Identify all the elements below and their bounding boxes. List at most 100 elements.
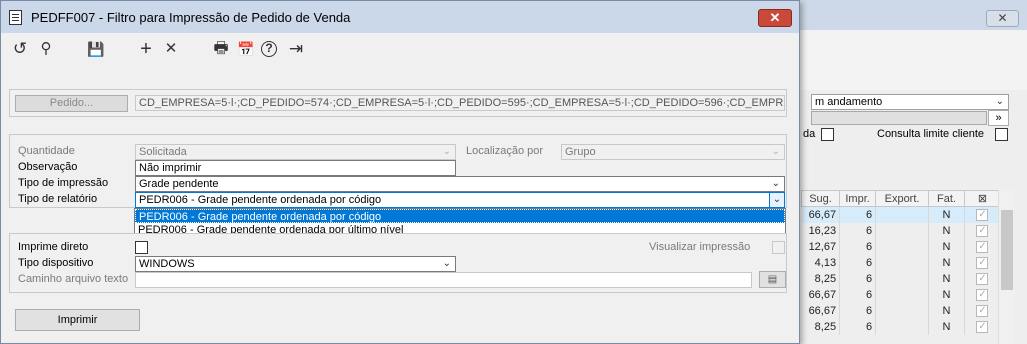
pedido-field[interactable]: CD_EMPRESA=5·l·;CD_PEDIDO=574·;CD_EMPRES… [135,95,785,111]
cell-fat: N [928,222,965,239]
consulta-limite-checkbox[interactable] [995,128,1008,141]
table-row[interactable]: 66,67 6 N ✓ [801,206,1002,223]
observacao-select[interactable]: Não imprimir [135,160,456,176]
row-checkbox[interactable]: ✓ [976,209,989,222]
table-row[interactable]: 4,13 6 N ✓ [801,254,1002,271]
quantidade-select[interactable]: Solicitada ⌄ [135,144,456,160]
row-checkbox[interactable]: ✓ [976,289,989,301]
background-window: ✕ m andamento ⌄ » da Consulta limite cli… [790,0,1027,344]
items-table: Sug. Impr. Export. Fat. ⊠ 66,67 6 N ✓ 16… [800,190,1002,335]
cell-impr: 6 [839,302,877,319]
background-toolbar [791,30,1027,90]
filter-dialog: PEDFF007 - Filtro para Impressão de Pedi… [0,0,800,344]
col-impr[interactable]: Impr. [839,190,877,207]
undo-icon[interactable]: ↺ [10,39,30,59]
status-select-value: m andamento [815,96,883,108]
imprime-direto-label: Imprime direto [18,241,89,253]
cell-sug: 66,67 [801,206,841,223]
search-icon[interactable]: ⚲ [36,39,56,59]
row-checkbox[interactable]: ✓ [976,305,989,317]
visualizar-impressao-checkbox[interactable] [772,241,785,254]
cell-export [875,222,929,239]
pedido-button[interactable]: Pedido... [15,95,128,112]
cell-sug: 4,13 [801,254,841,271]
cell-fat: N [928,254,965,271]
tipo-relatorio-label: Tipo de relatório [18,193,98,205]
tipo-impressao-value: Grade pendente [139,178,219,190]
cell-export [875,254,929,271]
col-select-all[interactable]: ⊠ [963,190,1002,207]
cell-fat: N [928,238,965,255]
cell-sug: 8,25 [801,270,841,287]
observacao-value: Não imprimir [139,162,202,174]
visualizar-impressao-label: Visualizar impressão [649,241,751,253]
row-checkbox[interactable]: ✓ [976,225,989,237]
row-checkbox[interactable]: ✓ [976,257,989,269]
col-export[interactable]: Export. [875,190,929,207]
chevron-down-icon: ⌄ [771,178,780,189]
localizacao-label: Localização por [466,145,544,157]
background-title-bar: ✕ [791,0,1027,30]
pedido-group: Pedido... CD_EMPRESA=5·l·;CD_PEDIDO=574·… [9,89,787,117]
delete-icon[interactable]: ✕ [161,39,181,59]
da-checkbox[interactable] [821,128,834,141]
cell-fat: N [928,302,965,319]
tipo-relatorio-select[interactable]: PEDR006 - Grade pendente ordenada por có… [135,192,785,208]
chevron-down-icon: ⌄ [442,258,451,269]
consulta-limite-label: Consulta limite cliente [877,128,984,140]
exit-icon[interactable]: ⇥ [286,39,306,59]
chevron-down-icon[interactable]: ⌄ [769,193,784,207]
row-checkbox[interactable]: ✓ [976,273,989,285]
row-checkbox[interactable]: ✓ [976,241,989,253]
row-checkbox[interactable]: ✓ [976,321,989,333]
expand-button[interactable]: » [988,110,1009,126]
browse-button[interactable]: ▤ [759,271,786,288]
chevron-down-icon: ⌄ [442,146,451,157]
table-scrollbar[interactable] [998,190,1014,344]
cell-sug: 8,25 [801,318,841,335]
save-icon[interactable]: 💾 [86,39,106,59]
cell-impr: 6 [839,318,877,335]
title-bar: PEDFF007 - Filtro para Impressão de Pedi… [1,1,799,33]
cell-fat: N [928,286,965,303]
cell-export [875,318,929,335]
table-row[interactable]: 66,67 6 N ✓ [801,302,1002,319]
imprimir-button[interactable]: Imprimir [15,309,140,331]
table-row[interactable]: 8,25 6 N ✓ [801,270,1002,287]
add-icon[interactable]: + [136,39,156,59]
observacao-label: Observação [18,161,78,173]
toolbar: ↺ ⚲ 💾 + ✕ 🖶 📅 ? ⇥ [1,33,799,65]
tipo-impressao-select[interactable]: Grade pendente ⌄ [135,176,785,192]
cell-impr: 6 [839,286,877,303]
status-select[interactable]: m andamento ⌄ [811,94,1009,110]
calendar-icon[interactable]: 📅 [236,39,256,59]
output-group: Imprime direto Visualizar impressão Tipo… [9,233,787,293]
tipo-dispositivo-select[interactable]: WINDOWS ⌄ [135,256,456,272]
cell-sug: 16,23 [801,222,841,239]
cell-export [875,238,929,255]
caminho-arquivo-field[interactable] [135,272,752,288]
print-icon[interactable]: 🖶 [211,39,231,59]
imprime-direto-checkbox[interactable] [135,241,148,254]
background-field[interactable] [811,111,987,125]
table-row[interactable]: 12,67 6 N ✓ [801,238,1002,255]
document-icon [9,10,22,25]
tipo-dispositivo-value: WINDOWS [139,258,195,270]
chevron-down-icon: ⌄ [995,96,1004,107]
tipo-impressao-label: Tipo de impressão [18,177,109,189]
close-button[interactable]: ✕ [758,9,792,27]
col-fat[interactable]: Fat. [928,190,965,207]
dropdown-option[interactable]: PEDR006 - Grade pendente ordenada por có… [135,209,785,223]
cell-sug: 66,67 [801,286,841,303]
background-close-button[interactable]: ✕ [986,10,1019,27]
scrollbar-thumb[interactable] [1001,210,1013,290]
table-row[interactable]: 66,67 6 N ✓ [801,286,1002,303]
localizacao-select[interactable]: Grupo ⌄ [561,144,785,160]
table-row[interactable]: 16,23 6 N ✓ [801,222,1002,239]
table-row[interactable]: 8,25 6 N ✓ [801,318,1002,335]
col-sug[interactable]: Sug. [800,190,841,207]
da-label: da [803,128,816,140]
localizacao-value: Grupo [565,146,596,158]
window-title: PEDFF007 - Filtro para Impressão de Pedi… [31,10,351,25]
help-icon[interactable]: ? [261,41,277,57]
